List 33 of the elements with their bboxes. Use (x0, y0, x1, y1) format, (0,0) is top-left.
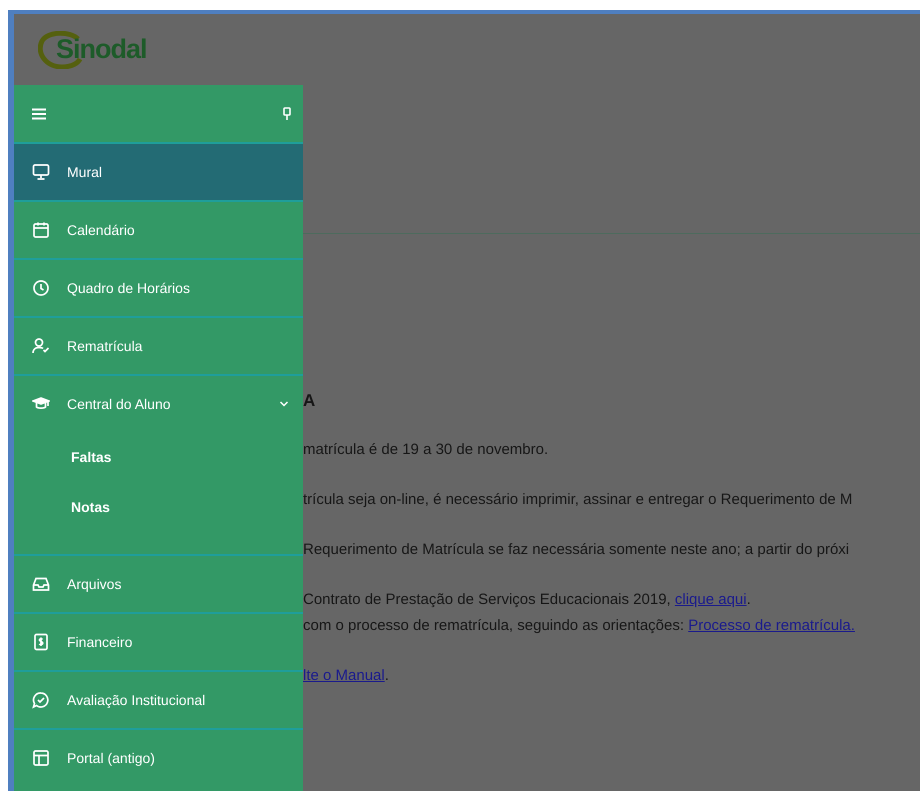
chat-icon (32, 691, 50, 709)
person-icon (32, 337, 50, 355)
submenu-item[interactable]: Faltas (71, 432, 112, 482)
text-line: Requerimento de Matrícula se faz necessária somente neste ano; a partir do próxi (303, 540, 850, 560)
pin-icon[interactable] (283, 106, 291, 120)
sidebar-item[interactable]: Calendário (14, 202, 303, 258)
logo-text: Sinodal (56, 34, 147, 65)
sidebar-item[interactable]: Arquivos (14, 556, 303, 612)
text-line: matrícula é de 19 a 30 de novembro. (303, 440, 548, 460)
link[interactable]: lte o Manual (303, 667, 385, 684)
tray-icon (32, 575, 50, 593)
link[interactable]: clique aqui (674, 591, 747, 608)
link[interactable]: Processo de rematrícula. (688, 617, 855, 634)
monitor-icon (32, 163, 50, 181)
text-line: lte o Manual. (303, 666, 389, 686)
calendar-icon (32, 221, 50, 239)
sidebar-item[interactable]: Mural (14, 144, 303, 200)
text-line: Contrato de Prestação de Serviços Educacionais 2019, clique aqui. (303, 590, 751, 610)
layout-icon (32, 749, 50, 767)
text-line: com o processo de rematrícula, seguindo as orientações: Processo de rematrícula. (303, 616, 855, 636)
chevron-icon[interactable] (279, 400, 289, 408)
menu-icon[interactable] (32, 108, 46, 120)
submenu-item[interactable]: Notas (71, 482, 110, 532)
sidebar-item[interactable]: Central do Aluno (14, 376, 303, 432)
sidebar-item[interactable]: Quadro de Horários (14, 260, 303, 316)
sidebar-item[interactable]: Portal (antigo) (14, 730, 303, 786)
text-line: trícula seja on-line, é necessário imprimir, assinar e entregar o Requerimento de M (303, 490, 852, 510)
section-heading: A (303, 390, 316, 412)
sidebar-item[interactable]: Financeiro (14, 614, 303, 670)
sidebar-item[interactable]: Rematrícula (14, 318, 303, 374)
sidebar-item[interactable]: Avaliação Institucional (14, 672, 303, 728)
clock-icon (32, 279, 50, 297)
money-icon (32, 633, 50, 651)
